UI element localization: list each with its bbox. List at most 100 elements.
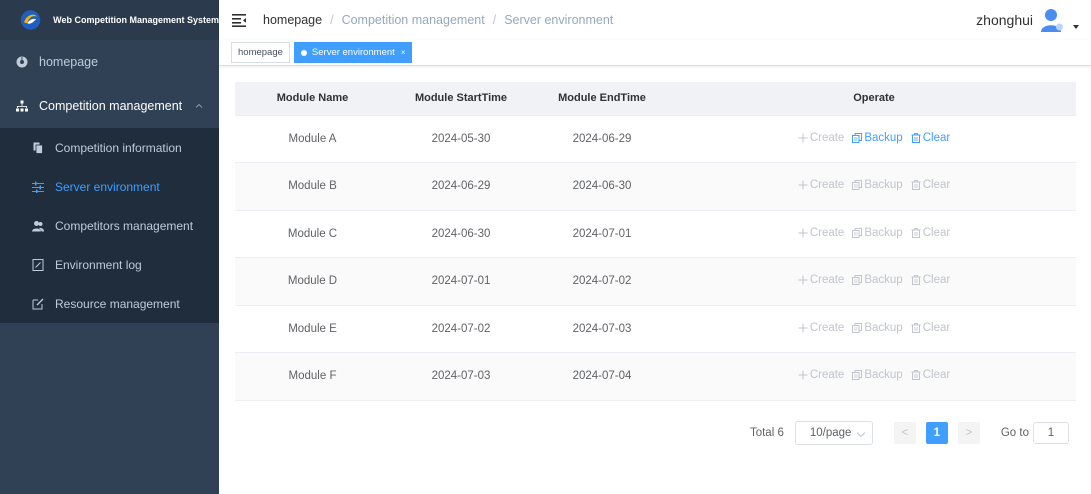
create-label: Create bbox=[809, 321, 845, 334]
backup-label: Backup bbox=[864, 226, 903, 239]
create-button[interactable]: Create bbox=[798, 179, 844, 191]
backup-button[interactable]: Backup bbox=[852, 274, 903, 286]
sidebar-item-competitors-management[interactable]: Competitors management bbox=[0, 206, 219, 245]
row-actions: Create Backup Clear bbox=[798, 274, 950, 286]
end-time-cell: 2024-07-04 bbox=[532, 352, 672, 401]
sidebar-item-label: Server environment bbox=[55, 179, 160, 194]
start-time-cell: 2024-07-03 bbox=[390, 352, 532, 401]
start-time-cell: 2024-07-02 bbox=[390, 305, 532, 353]
trash-icon bbox=[911, 275, 921, 286]
clear-label: Clear bbox=[922, 321, 951, 334]
module-name-cell: Module A bbox=[235, 115, 390, 163]
log-icon bbox=[32, 258, 44, 271]
breadcrumb-separator: / bbox=[492, 13, 497, 27]
clear-button[interactable]: Clear bbox=[911, 322, 950, 334]
row-actions: Create Backup Clear bbox=[798, 179, 950, 191]
column-header-start-time: Module StartTime bbox=[390, 82, 532, 116]
backup-button[interactable]: Backup bbox=[852, 321, 903, 334]
pagination: Total 6 10/page < 1 > Go to 1 bbox=[750, 421, 1069, 445]
start-time-cell: 2024-07-01 bbox=[390, 257, 532, 306]
chevron-up-icon bbox=[195, 103, 203, 108]
create-button[interactable]: Create bbox=[798, 226, 845, 239]
plus-icon bbox=[798, 370, 808, 380]
column-header-module-name: Module Name bbox=[235, 82, 390, 116]
plus-icon bbox=[798, 133, 808, 143]
username: zhonghui bbox=[976, 12, 1033, 28]
create-label: Create bbox=[809, 274, 845, 287]
goto-page: Go to 1 bbox=[1001, 422, 1069, 444]
tag-label: Server environment bbox=[311, 47, 395, 58]
backup-label: Backup bbox=[864, 321, 903, 334]
page-number-1[interactable]: 1 bbox=[925, 422, 948, 444]
goto-page-input[interactable]: 1 bbox=[1033, 422, 1069, 444]
create-button[interactable]: Create bbox=[798, 321, 845, 334]
backup-button[interactable]: Backup bbox=[852, 179, 903, 192]
trash-icon bbox=[911, 370, 921, 381]
prev-page-button[interactable]: < bbox=[893, 422, 916, 444]
page-size-select[interactable]: 10/page bbox=[794, 421, 873, 445]
create-label: Create bbox=[809, 226, 845, 239]
table-row: Module F 2024-07-03 2024-07-04 Create Backup… bbox=[235, 352, 1076, 401]
backup-button[interactable]: Backup bbox=[852, 132, 903, 144]
edit-icon bbox=[32, 298, 44, 309]
trash-icon bbox=[911, 322, 921, 333]
backup-button[interactable]: Backup bbox=[852, 369, 903, 381]
sliders-icon bbox=[32, 181, 44, 193]
create-label: Create bbox=[809, 369, 845, 382]
sidebar: Web Competition Management System homepa… bbox=[0, 0, 219, 494]
clear-button[interactable]: Clear bbox=[911, 369, 950, 381]
table-row: Module A 2024-05-30 2024-06-29 Create Backup… bbox=[235, 115, 1076, 163]
copy-icon bbox=[852, 275, 863, 286]
create-button[interactable]: Create bbox=[798, 369, 845, 382]
table-body: Module A 2024-05-30 2024-06-29 Create Backup… bbox=[235, 115, 1076, 401]
clear-button[interactable]: Clear bbox=[911, 132, 950, 144]
next-page-button[interactable]: > bbox=[957, 422, 980, 444]
close-icon[interactable]: × bbox=[401, 43, 406, 62]
sidebar-item-resource-management[interactable]: Resource management bbox=[0, 284, 219, 323]
table-row: Module B 2024-06-29 2024-06-30 Create Backup… bbox=[235, 162, 1076, 211]
operate-cell: Create Backup Clear bbox=[672, 162, 1076, 211]
user-dropdown[interactable]: zhonghui bbox=[976, 0, 1079, 40]
plus-icon bbox=[798, 275, 808, 285]
trash-icon bbox=[911, 132, 921, 143]
clear-label: Clear bbox=[922, 274, 951, 287]
copy-icon bbox=[852, 227, 863, 238]
sidebar-item-homepage[interactable]: homepage bbox=[0, 40, 219, 84]
tag-homepage[interactable]: homepage bbox=[231, 42, 290, 63]
column-header-end-time: Module EndTime bbox=[532, 82, 672, 116]
breadcrumb-homepage[interactable]: homepage bbox=[263, 13, 322, 27]
row-actions: Create Backup Clear bbox=[798, 369, 950, 381]
avatar-icon bbox=[1041, 9, 1063, 32]
sidebar-item-competition-information[interactable]: Competition information bbox=[0, 128, 219, 167]
submenu-competition-management: Competition information Server environme… bbox=[0, 128, 219, 323]
plus-icon bbox=[798, 180, 808, 190]
create-button[interactable]: Create bbox=[798, 132, 844, 144]
operate-cell: Create Backup Clear bbox=[672, 305, 1076, 353]
operate-cell: Create Backup Clear bbox=[672, 352, 1076, 401]
tag-server-environment[interactable]: Server environment × bbox=[293, 42, 413, 63]
app-logo-icon bbox=[20, 10, 41, 30]
clear-button[interactable]: Clear bbox=[911, 227, 950, 239]
clear-button[interactable]: Clear bbox=[911, 179, 950, 191]
end-time-cell: 2024-06-30 bbox=[532, 162, 672, 211]
module-name-cell: Module E bbox=[235, 305, 390, 353]
clear-label: Clear bbox=[922, 226, 951, 239]
document-icon bbox=[33, 142, 43, 154]
backup-label: Backup bbox=[864, 179, 903, 192]
users-icon bbox=[32, 220, 44, 231]
row-actions: Create Backup Clear bbox=[798, 227, 950, 239]
sidebar-item-label: Competition information bbox=[55, 140, 182, 155]
clear-button[interactable]: Clear bbox=[911, 274, 950, 286]
backup-button[interactable]: Backup bbox=[852, 226, 903, 239]
logo-bar: Web Competition Management System bbox=[0, 0, 219, 40]
breadcrumb-separator: / bbox=[330, 13, 334, 27]
sidebar-group-competition-management[interactable]: Competition management bbox=[0, 84, 219, 128]
sidebar-group-label: Competition management bbox=[39, 99, 183, 113]
start-time-cell: 2024-05-30 bbox=[390, 115, 532, 163]
create-button[interactable]: Create bbox=[798, 274, 845, 287]
hamburger-icon[interactable] bbox=[232, 13, 246, 27]
main-content: Module Name Module StartTime Module EndT… bbox=[219, 66, 1091, 494]
table-header-row: Module Name Module StartTime Module EndT… bbox=[235, 82, 1076, 116]
sidebar-item-environment-log[interactable]: Environment log bbox=[0, 245, 219, 284]
sidebar-item-server-environment[interactable]: Server environment bbox=[0, 167, 219, 206]
